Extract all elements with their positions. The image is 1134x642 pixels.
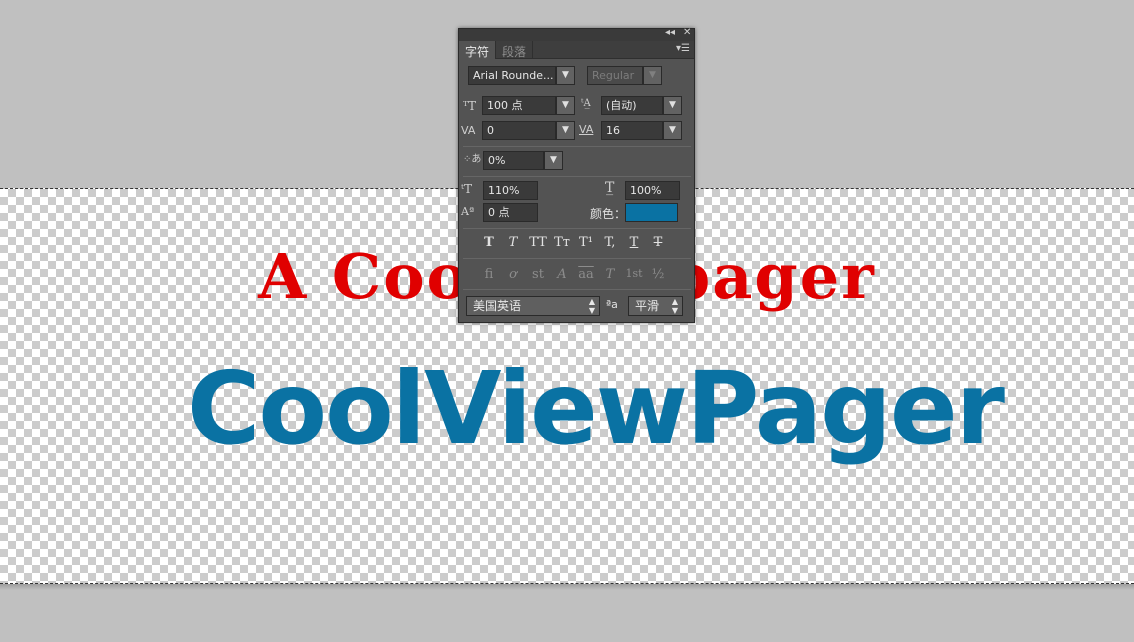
- separator: [463, 228, 691, 229]
- fractions-button[interactable]: ½: [647, 267, 669, 282]
- double-left-arrow-icon[interactable]: ◂◂: [665, 27, 675, 38]
- all-caps-button[interactable]: TT: [527, 235, 549, 250]
- leading-field[interactable]: (自动): [601, 96, 663, 115]
- antialias-icon: ªa: [606, 298, 618, 311]
- character-panel: ◂◂ ✕ 字符 段落 ▾☰ Arial Rounde... ▼ Regular …: [458, 27, 695, 323]
- close-icon[interactable]: ✕: [683, 27, 691, 38]
- separator: [463, 176, 691, 177]
- panel-tabs: 字符 段落 ▾☰: [459, 41, 694, 59]
- swash-button[interactable]: A: [551, 267, 573, 282]
- small-caps-button[interactable]: Tт: [551, 235, 573, 250]
- separator: [463, 258, 691, 259]
- tsume-icon: ⁘あ: [463, 154, 482, 165]
- font-family-dropdown[interactable]: ▼: [556, 66, 575, 85]
- panel-titlebar[interactable]: ◂◂ ✕: [459, 27, 694, 41]
- language-value: 美国英语: [473, 299, 522, 313]
- panel-menu-icon[interactable]: ▾☰: [676, 43, 690, 54]
- faux-bold-button[interactable]: T: [478, 235, 500, 250]
- language-select[interactable]: 美国英语 ▲ ▼: [466, 296, 600, 316]
- underline-button[interactable]: T: [623, 235, 645, 250]
- kerning-icon: VA: [461, 124, 476, 137]
- strikethrough-button[interactable]: T: [647, 235, 669, 250]
- vertical-scale-field[interactable]: 110%: [483, 181, 538, 200]
- superscript-button[interactable]: T¹: [575, 235, 597, 250]
- canvas-text-line2[interactable]: CoolViewPager: [0, 350, 1134, 467]
- tsume-field[interactable]: 0%: [483, 151, 544, 170]
- kerning-dropdown[interactable]: ▼: [556, 121, 575, 140]
- antialias-value: 平滑: [635, 299, 660, 313]
- contextual-alternates-button[interactable]: ơ: [502, 267, 524, 282]
- horizontal-scale-icon: T̲: [605, 180, 615, 196]
- kerning-field[interactable]: 0: [482, 121, 556, 140]
- tab-character[interactable]: 字符: [459, 41, 497, 59]
- font-size-field[interactable]: 100 点: [482, 96, 556, 115]
- font-size-icon: ᵀT: [463, 99, 477, 113]
- updown-arrow-icon: ▲ ▼: [588, 297, 595, 315]
- tsume-dropdown[interactable]: ▼: [544, 151, 563, 170]
- leading-icon: ᵗA̲: [581, 98, 591, 109]
- titling-alternates-button[interactable]: T: [599, 267, 621, 282]
- subscript-button[interactable]: T,: [599, 235, 621, 250]
- tracking-icon: VA: [579, 123, 594, 136]
- ordinals-button[interactable]: 1st: [623, 267, 645, 280]
- font-size-dropdown[interactable]: ▼: [556, 96, 575, 115]
- faux-italic-button[interactable]: T: [502, 235, 524, 250]
- ligature-button[interactable]: fi: [478, 267, 500, 282]
- horizontal-scale-field[interactable]: 100%: [625, 181, 680, 200]
- separator: [463, 146, 691, 147]
- vertical-scale-icon: ᵗT: [461, 182, 472, 196]
- discretionary-ligature-button[interactable]: st: [527, 267, 549, 282]
- color-label: 颜色：: [590, 207, 627, 221]
- updown-arrow-icon: ▲ ▼: [671, 297, 678, 315]
- tab-paragraph[interactable]: 段落: [496, 41, 534, 59]
- antialias-select[interactable]: 平滑 ▲ ▼: [628, 296, 683, 316]
- color-swatch[interactable]: [625, 203, 678, 222]
- stylistic-alternates-button[interactable]: aa: [575, 267, 597, 282]
- font-style-dropdown: ▼: [643, 66, 662, 85]
- separator: [463, 289, 691, 290]
- tracking-field[interactable]: 16: [601, 121, 663, 140]
- baseline-shift-field[interactable]: 0 点: [483, 203, 538, 222]
- tracking-dropdown[interactable]: ▼: [663, 121, 682, 140]
- font-family-field[interactable]: Arial Rounde...: [468, 66, 556, 85]
- baseline-shift-icon: Aª: [461, 205, 475, 218]
- leading-dropdown[interactable]: ▼: [663, 96, 682, 115]
- canvas-shadow: [0, 584, 1134, 590]
- font-style-field: Regular: [587, 66, 643, 85]
